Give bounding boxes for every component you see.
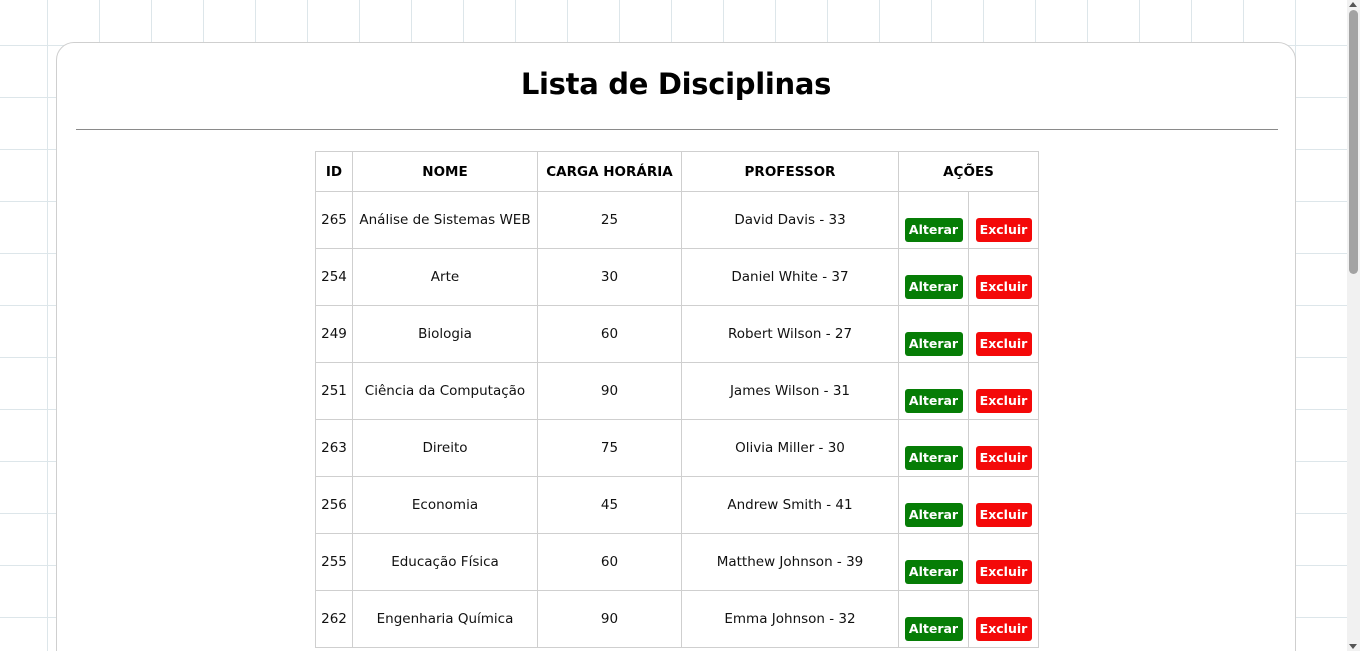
cell-carga-horaria: 25 (537, 191, 682, 249)
cell-carga-horaria: 90 (537, 590, 682, 648)
alterar-button[interactable]: Alterar (904, 446, 963, 470)
cell-nome: Biologia (352, 305, 538, 363)
cell-professor: Olivia Miller - 30 (681, 419, 899, 477)
scrollbar-thumb[interactable] (1349, 10, 1358, 274)
excluir-button[interactable]: Excluir (975, 389, 1032, 413)
cell-id: 265 (315, 191, 353, 249)
cell-id: 251 (315, 362, 353, 420)
cell-nome: Ciência da Computação (352, 362, 538, 420)
cell-acao-excluir: Excluir (968, 476, 1039, 534)
header-professor: PROFESSOR (681, 151, 899, 192)
cell-acao-excluir: Excluir (968, 590, 1039, 648)
cell-acao-alterar: Alterar (898, 248, 969, 306)
vertical-scrollbar[interactable] (1347, 0, 1360, 651)
excluir-button[interactable]: Excluir (975, 275, 1032, 299)
table-row: 249 Biologia 60 Robert Wilson - 27 Alterar Ex… (315, 305, 1039, 363)
table-row: 262 Engenharia Química 90 Emma Johnson - 32… (315, 590, 1039, 648)
cell-nome: Arte (352, 248, 538, 306)
excluir-button[interactable]: Excluir (975, 332, 1032, 356)
table-row: 254 Arte 30 Daniel White - 37 Alterar Excluir (315, 248, 1039, 306)
cell-acao-alterar: Alterar (898, 590, 969, 648)
cell-acao-alterar: Alterar (898, 419, 969, 477)
excluir-button[interactable]: Excluir (975, 218, 1032, 242)
content-card: Lista de Disciplinas ID NOME CARGA HORÁR… (56, 42, 1296, 651)
alterar-button[interactable]: Alterar (904, 560, 963, 584)
cell-nome: Análise de Sistemas WEB (352, 191, 538, 249)
alterar-button[interactable]: Alterar (904, 389, 963, 413)
cell-nome: Engenharia Química (352, 590, 538, 648)
cell-acao-alterar: Alterar (898, 362, 969, 420)
table-row: 263 Direito 75 Olivia Miller - 30 Alterar Exc… (315, 419, 1039, 477)
table-row: 265 Análise de Sistemas WEB 25 David Davis … (315, 191, 1039, 249)
scroll-up-arrow-icon[interactable] (1349, 2, 1357, 7)
table-header: ID NOME CARGA HORÁRIA PROFESSOR AÇÕES (315, 151, 1039, 192)
excluir-button[interactable]: Excluir (975, 617, 1032, 641)
cell-acao-alterar: Alterar (898, 533, 969, 591)
header-nome: NOME (352, 151, 538, 192)
cell-id: 255 (315, 533, 353, 591)
cell-acao-alterar: Alterar (898, 305, 969, 363)
cell-id: 256 (315, 476, 353, 534)
cell-acao-excluir: Excluir (968, 248, 1039, 306)
cell-carga-horaria: 75 (537, 419, 682, 477)
cell-acao-excluir: Excluir (968, 533, 1039, 591)
table-row: 255 Educação Física 60 Matthew Johnson - 39… (315, 533, 1039, 591)
cell-professor: James Wilson - 31 (681, 362, 899, 420)
cell-nome: Economia (352, 476, 538, 534)
title-divider (76, 129, 1278, 130)
cell-professor: Emma Johnson - 32 (681, 590, 899, 648)
cell-acao-excluir: Excluir (968, 305, 1039, 363)
cell-professor: Andrew Smith - 41 (681, 476, 899, 534)
cell-id: 262 (315, 590, 353, 648)
page-title: Lista de Disciplinas (520, 67, 832, 101)
alterar-button[interactable]: Alterar (904, 332, 963, 356)
cell-professor: David Davis - 33 (681, 191, 899, 249)
disciplinas-table: ID NOME CARGA HORÁRIA PROFESSOR AÇÕES 26… (315, 151, 1039, 648)
excluir-button[interactable]: Excluir (975, 446, 1032, 470)
header-id: ID (315, 151, 353, 192)
alterar-button[interactable]: Alterar (904, 275, 963, 299)
cell-carga-horaria: 45 (537, 476, 682, 534)
cell-professor: Daniel White - 37 (681, 248, 899, 306)
scroll-down-arrow-icon[interactable] (1349, 644, 1357, 649)
cell-professor: Robert Wilson - 27 (681, 305, 899, 363)
cell-acao-alterar: Alterar (898, 476, 969, 534)
cell-acao-excluir: Excluir (968, 191, 1039, 249)
cell-professor: Matthew Johnson - 39 (681, 533, 899, 591)
page: { "page": { "title": "Lista de Disciplin… (0, 0, 1360, 651)
cell-carga-horaria: 60 (537, 533, 682, 591)
table-body: 265 Análise de Sistemas WEB 25 David Davis … (315, 191, 1039, 648)
excluir-button[interactable]: Excluir (975, 503, 1032, 527)
table-row: 256 Economia 45 Andrew Smith - 41 Alterar Exc… (315, 476, 1039, 534)
cell-acao-excluir: Excluir (968, 362, 1039, 420)
cell-nome: Educação Física (352, 533, 538, 591)
cell-id: 249 (315, 305, 353, 363)
alterar-button[interactable]: Alterar (904, 218, 963, 242)
header-acoes: AÇÕES (898, 151, 1039, 192)
alterar-button[interactable]: Alterar (904, 503, 963, 527)
header-carga-horaria: CARGA HORÁRIA (537, 151, 682, 192)
table-row: 251 Ciência da Computação 90 James Wilson -… (315, 362, 1039, 420)
alterar-button[interactable]: Alterar (904, 617, 963, 641)
cell-carga-horaria: 30 (537, 248, 682, 306)
cell-id: 263 (315, 419, 353, 477)
excluir-button[interactable]: Excluir (975, 560, 1032, 584)
cell-carga-horaria: 60 (537, 305, 682, 363)
cell-acao-alterar: Alterar (898, 191, 969, 249)
cell-id: 254 (315, 248, 353, 306)
cell-carga-horaria: 90 (537, 362, 682, 420)
cell-acao-excluir: Excluir (968, 419, 1039, 477)
header-row: ID NOME CARGA HORÁRIA PROFESSOR AÇÕES (315, 151, 1039, 192)
cell-nome: Direito (352, 419, 538, 477)
